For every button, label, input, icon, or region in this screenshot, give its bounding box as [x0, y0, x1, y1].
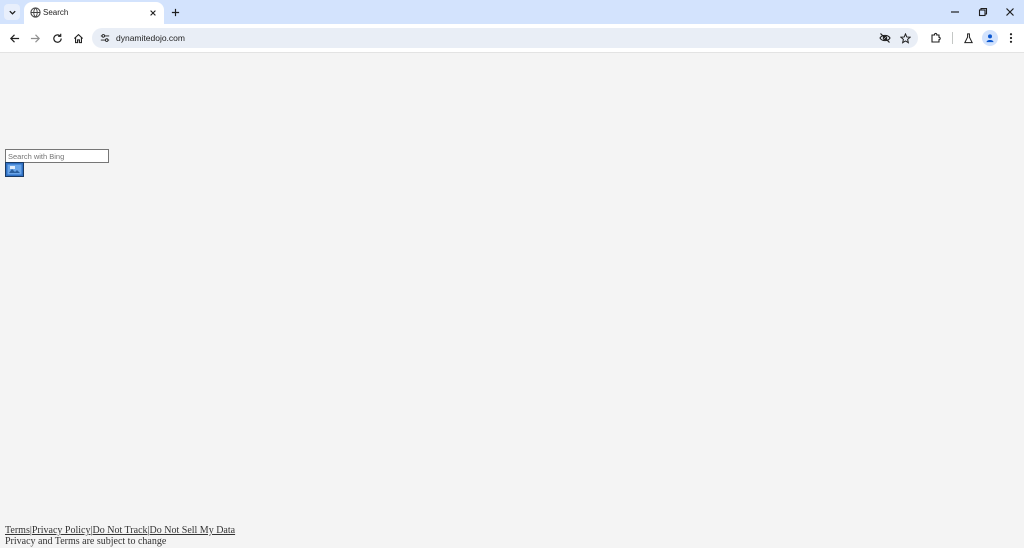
- address-bar[interactable]: dynamitedojo.com: [92, 28, 918, 48]
- footer-link-terms[interactable]: Terms: [5, 525, 30, 536]
- flask-icon: [963, 32, 973, 43]
- restore-icon: [978, 7, 988, 17]
- home-icon: [73, 33, 83, 43]
- bing-search-icon: [7, 164, 22, 175]
- tab-active[interactable]: Search: [24, 2, 164, 24]
- puzzle-icon: [931, 32, 941, 43]
- browser-toolbar: dynamitedojo.com: [0, 24, 1024, 53]
- tab-search-button[interactable]: [4, 4, 20, 20]
- minimize-button[interactable]: [947, 4, 963, 20]
- toolbar-divider: [952, 32, 953, 44]
- globe-icon: [30, 7, 41, 18]
- tune-icon: [100, 34, 110, 42]
- close-icon: [150, 10, 156, 16]
- home-button[interactable]: [70, 30, 86, 46]
- minimize-icon: [951, 11, 959, 13]
- back-button[interactable]: [6, 30, 22, 46]
- footer-note: Privacy and Terms are subject to change: [5, 536, 167, 547]
- extensions-button[interactable]: [928, 30, 944, 46]
- tracking-protection-button[interactable]: [878, 31, 892, 45]
- close-window-button[interactable]: [1002, 4, 1018, 20]
- profile-button[interactable]: [982, 30, 998, 46]
- more-vertical-icon: [1009, 33, 1013, 43]
- arrow-left-icon: [9, 33, 19, 43]
- search-input[interactable]: [5, 149, 109, 163]
- menu-button[interactable]: [1003, 30, 1019, 46]
- plus-icon: [171, 8, 179, 16]
- site-info-button[interactable]: [98, 31, 112, 45]
- reload-button[interactable]: [49, 30, 65, 46]
- footer-link-do-not-sell[interactable]: Do Not Sell My Data: [150, 525, 236, 536]
- star-icon: [899, 32, 911, 44]
- labs-button[interactable]: [960, 30, 976, 46]
- arrow-right-icon: [30, 33, 40, 43]
- page-content: Terms|Privacy Policy|Do Not Track|Do Not…: [0, 53, 1024, 547]
- url-text[interactable]: dynamitedojo.com: [116, 31, 185, 45]
- footer-link-do-not-track[interactable]: Do Not Track: [93, 525, 148, 536]
- bookmark-button[interactable]: [898, 31, 912, 45]
- eye-off-icon: [879, 33, 891, 43]
- close-icon: [1006, 8, 1014, 16]
- new-tab-button[interactable]: [168, 5, 182, 19]
- chevron-down-icon: [8, 10, 16, 15]
- restore-button[interactable]: [975, 4, 991, 20]
- tab-close-button[interactable]: [146, 6, 160, 20]
- forward-button[interactable]: [27, 30, 43, 46]
- person-icon: [986, 34, 994, 43]
- tab-strip: Search: [0, 0, 1024, 24]
- search-submit-button[interactable]: [5, 162, 24, 177]
- tab-title: Search: [43, 8, 69, 17]
- footer-link-privacy-policy[interactable]: Privacy Policy: [32, 525, 91, 536]
- reload-icon: [52, 33, 62, 43]
